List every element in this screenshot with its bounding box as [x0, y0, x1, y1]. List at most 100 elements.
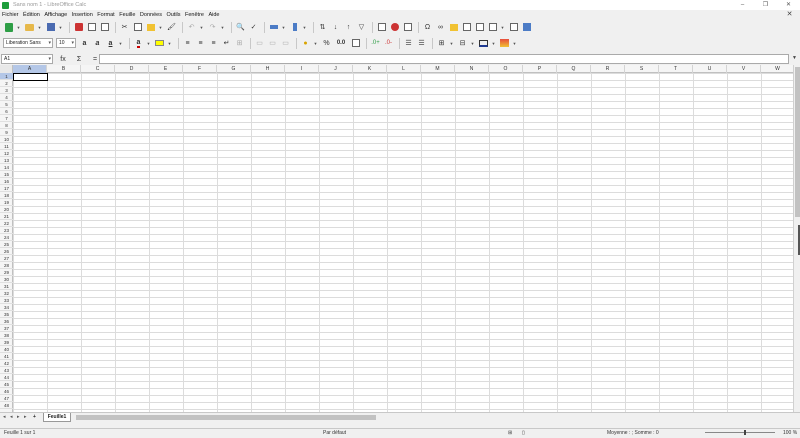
- print-button[interactable]: [86, 22, 97, 33]
- column-header[interactable]: M: [421, 65, 455, 73]
- close-window-button[interactable]: ✕: [777, 0, 800, 10]
- row-header[interactable]: 40: [0, 346, 13, 353]
- align-center-button[interactable]: ≡: [195, 38, 206, 49]
- expand-formula-bar-icon[interactable]: ▼: [792, 55, 797, 61]
- row-header[interactable]: 1: [0, 73, 13, 80]
- row-header[interactable]: 12: [0, 150, 13, 157]
- row-header[interactable]: 48: [0, 402, 13, 409]
- undo-button[interactable]: ↶: [186, 22, 197, 33]
- column-header[interactable]: S: [625, 65, 659, 73]
- border-color-dropdown[interactable]: ▼: [491, 38, 496, 49]
- row-header[interactable]: 5: [0, 101, 13, 108]
- border-style-dropdown[interactable]: ▼: [470, 38, 475, 49]
- row-header[interactable]: 21: [0, 213, 13, 220]
- copy-button[interactable]: [132, 22, 143, 33]
- row-header[interactable]: 25: [0, 241, 13, 248]
- freeze-dropdown[interactable]: ▼: [500, 22, 505, 33]
- column-header[interactable]: C: [81, 65, 115, 73]
- column-header[interactable]: P: [523, 65, 557, 73]
- column-button[interactable]: [289, 22, 300, 33]
- show-draw-functions-button[interactable]: [521, 22, 532, 33]
- prev-sheet-icon[interactable]: ◂: [10, 413, 13, 421]
- row-header[interactable]: 34: [0, 304, 13, 311]
- maximize-button[interactable]: ❐: [754, 0, 777, 10]
- border-color-button[interactable]: [478, 38, 489, 49]
- redo-dropdown[interactable]: ▼: [220, 22, 225, 33]
- align-middle-button[interactable]: ▭: [267, 38, 278, 49]
- find-replace-button[interactable]: 🔍: [235, 22, 246, 33]
- merge-center-button[interactable]: ⊞: [234, 38, 245, 49]
- row-header[interactable]: 27: [0, 255, 13, 262]
- wrap-text-button[interactable]: ↵: [221, 38, 232, 49]
- row-header[interactable]: 46: [0, 388, 13, 395]
- conditional-format-dropdown[interactable]: ▼: [512, 38, 517, 49]
- decrease-indent-button[interactable]: ☰: [416, 38, 427, 49]
- minimize-button[interactable]: –: [731, 0, 754, 10]
- menu-sheet[interactable]: Feuille: [119, 12, 135, 18]
- row-header[interactable]: 47: [0, 395, 13, 402]
- cell-area[interactable]: [13, 73, 793, 412]
- menu-tools[interactable]: Outils: [166, 12, 180, 18]
- align-top-button[interactable]: ▭: [254, 38, 265, 49]
- name-box[interactable]: A1: [1, 54, 53, 64]
- special-character-button[interactable]: Ω: [422, 22, 433, 33]
- row-button[interactable]: [268, 22, 279, 33]
- active-cell-cursor[interactable]: [13, 73, 48, 81]
- column-header[interactable]: T: [659, 65, 693, 73]
- row-header[interactable]: 22: [0, 220, 13, 227]
- bold-button[interactable]: a: [79, 38, 90, 49]
- sum-button[interactable]: Σ: [73, 56, 85, 63]
- row-header[interactable]: 17: [0, 185, 13, 192]
- row-header[interactable]: 16: [0, 178, 13, 185]
- column-header[interactable]: J: [319, 65, 353, 73]
- column-header[interactable]: Q: [557, 65, 591, 73]
- new-dropdown[interactable]: ▼: [16, 22, 21, 33]
- sort-button[interactable]: ⇅: [317, 22, 328, 33]
- column-header[interactable]: F: [183, 65, 217, 73]
- autofilter-button[interactable]: ▽: [356, 22, 367, 33]
- menu-file[interactable]: Fichier: [2, 12, 19, 18]
- column-header[interactable]: G: [217, 65, 251, 73]
- last-sheet-icon[interactable]: ▸: [24, 413, 27, 421]
- row-header[interactable]: 41: [0, 353, 13, 360]
- column-header[interactable]: K: [353, 65, 387, 73]
- menu-format[interactable]: Format: [97, 12, 114, 18]
- close-document-button[interactable]: ✕: [787, 10, 793, 18]
- row-header[interactable]: 31: [0, 283, 13, 290]
- delete-decimal-button[interactable]: .0-: [383, 38, 394, 49]
- borders-dropdown[interactable]: ▼: [449, 38, 454, 49]
- open-button[interactable]: [24, 22, 35, 33]
- menu-insert[interactable]: Insertion: [72, 12, 93, 18]
- column-header[interactable]: H: [251, 65, 285, 73]
- column-header[interactable]: D: [115, 65, 149, 73]
- row-header[interactable]: 7: [0, 115, 13, 122]
- horizontal-scroll-thumb[interactable]: [76, 415, 376, 420]
- row-header[interactable]: 15: [0, 171, 13, 178]
- zoom-slider[interactable]: [705, 432, 775, 433]
- row-header[interactable]: 3: [0, 87, 13, 94]
- row-header[interactable]: 8: [0, 122, 13, 129]
- vertical-scrollbar[interactable]: [793, 65, 800, 412]
- open-dropdown[interactable]: ▼: [37, 22, 42, 33]
- increase-indent-button[interactable]: ☰: [403, 38, 414, 49]
- cut-button[interactable]: ✂: [119, 22, 130, 33]
- new-button[interactable]: [3, 22, 14, 33]
- font-color-button[interactable]: a: [133, 38, 144, 49]
- underline-dropdown[interactable]: ▼: [118, 38, 123, 49]
- row-header[interactable]: 10: [0, 136, 13, 143]
- row-header[interactable]: 43: [0, 367, 13, 374]
- row-header[interactable]: 26: [0, 248, 13, 255]
- row-dropdown[interactable]: ▼: [281, 22, 286, 33]
- row-header[interactable]: 20: [0, 206, 13, 213]
- redo-button[interactable]: ↷: [207, 22, 218, 33]
- row-header[interactable]: 39: [0, 339, 13, 346]
- column-dropdown[interactable]: ▼: [302, 22, 307, 33]
- column-header[interactable]: R: [591, 65, 625, 73]
- row-header[interactable]: 19: [0, 199, 13, 206]
- split-window-button[interactable]: [508, 22, 519, 33]
- add-decimal-button[interactable]: .0+: [370, 38, 381, 49]
- column-header[interactable]: E: [149, 65, 183, 73]
- row-header[interactable]: 13: [0, 157, 13, 164]
- currency-format-button[interactable]: ●: [300, 38, 311, 49]
- row-header[interactable]: 37: [0, 325, 13, 332]
